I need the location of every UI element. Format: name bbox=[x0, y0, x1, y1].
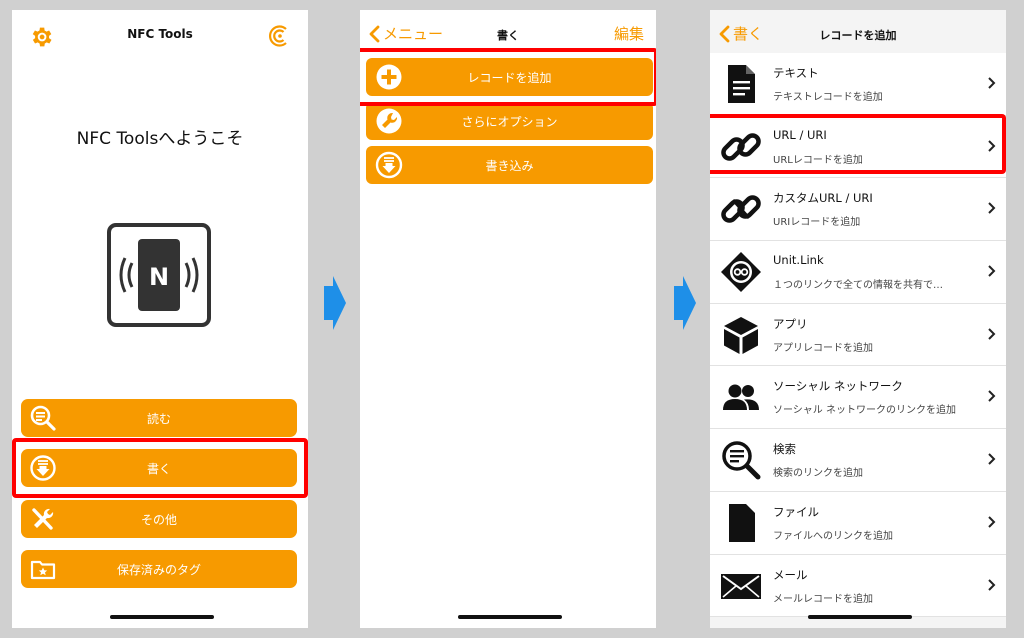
list-item-search[interactable]: 検索 検索のリンクを追加 bbox=[710, 429, 1006, 492]
plus-circle-icon bbox=[376, 64, 402, 90]
list-item-title: Unit.Link bbox=[773, 253, 824, 268]
add-record-screen: 書く レコードを追加 テキスト テキストレコードを追加 URL / URI UR… bbox=[710, 10, 1006, 628]
write-button[interactable]: 書く bbox=[21, 449, 297, 487]
list-item-subtitle: １つのリンクで全ての情報を共有で… bbox=[773, 280, 943, 292]
list-item-unit-link[interactable]: Unit.Link １つのリンクで全ての情報を共有で… bbox=[710, 241, 1006, 304]
list-item-title: ファイル bbox=[773, 504, 819, 519]
list-item-subtitle: 検索のリンクを追加 bbox=[773, 468, 863, 480]
list-item-subtitle: URIレコードを追加 bbox=[773, 217, 861, 229]
write-tag-button[interactable]: 書き込み bbox=[366, 146, 653, 184]
chevron-right-icon bbox=[988, 328, 996, 340]
list-item-subtitle: ファイルへのリンクを追加 bbox=[773, 530, 893, 542]
record-type-list: テキスト テキストレコードを追加 URL / URI URLレコードを追加 カス… bbox=[710, 53, 1006, 618]
home-indicator[interactable] bbox=[110, 615, 214, 619]
chevron-right-icon bbox=[988, 390, 996, 403]
list-item-title: カスタムURL / URI bbox=[773, 191, 873, 206]
list-item-file[interactable]: ファイル ファイルへのリンクを追加 bbox=[710, 492, 1006, 555]
list-item-subtitle: テキストレコードを追加 bbox=[773, 92, 883, 103]
step-arrow-icon bbox=[674, 276, 696, 330]
custom-link-icon bbox=[721, 195, 761, 224]
other-button-label: その他 bbox=[140, 512, 177, 527]
home-indicator[interactable] bbox=[458, 615, 562, 619]
search-icon bbox=[722, 441, 761, 480]
people-icon bbox=[723, 384, 759, 411]
app-title: NFC Tools bbox=[127, 27, 193, 41]
list-item-title: URL / URI bbox=[773, 127, 827, 142]
write-download-icon bbox=[30, 455, 56, 481]
welcome-heading: NFC Toolsへようこそ bbox=[76, 129, 244, 149]
add-record-button[interactable]: レコードを追加 bbox=[366, 58, 653, 96]
nfc-tools-home-screen: NFC Tools NFC Toolsへようこそ N 読む 書く その他 保存済… bbox=[12, 10, 308, 628]
list-item-subtitle: ソーシャル ネットワークのリンクを追加 bbox=[773, 405, 956, 417]
list-item-subtitle: メールレコードを追加 bbox=[773, 593, 873, 605]
list-item-custom-url[interactable]: カスタムURL / URI URIレコードを追加 bbox=[710, 178, 1006, 242]
home-indicator[interactable] bbox=[808, 615, 912, 619]
file-icon bbox=[729, 503, 755, 542]
write-tag-label: 書き込み bbox=[485, 158, 534, 173]
more-options-button[interactable]: さらにオプション bbox=[366, 102, 653, 140]
list-item-text[interactable]: テキスト テキストレコードを追加 bbox=[710, 53, 1006, 116]
list-item-social-network[interactable]: ソーシャル ネットワーク ソーシャル ネットワークのリンクを追加 bbox=[710, 366, 1006, 430]
read-button[interactable]: 読む bbox=[21, 399, 297, 437]
list-item-app[interactable]: アプリ アプリレコードを追加 bbox=[710, 304, 1006, 367]
chevron-right-icon bbox=[988, 202, 996, 215]
list-item-title: 検索 bbox=[773, 442, 796, 457]
page-title: レコードを追加 bbox=[819, 29, 897, 42]
step-arrow-icon bbox=[324, 276, 346, 330]
page-title: 書く bbox=[497, 29, 519, 42]
chevron-right-icon bbox=[988, 516, 996, 528]
list-item-mail[interactable]: メール メールレコードを追加 bbox=[710, 555, 1006, 618]
chevron-right-icon bbox=[988, 77, 996, 89]
document-icon bbox=[728, 65, 755, 103]
chevron-right-icon bbox=[988, 453, 996, 465]
list-item-title: メール bbox=[773, 567, 808, 582]
tools-icon bbox=[32, 508, 54, 530]
more-options-label: さらにオプション bbox=[461, 114, 558, 129]
chevron-right-icon bbox=[988, 139, 996, 152]
list-item-title: テキスト bbox=[773, 66, 819, 80]
saved-folder-icon bbox=[30, 560, 56, 580]
link-icon bbox=[721, 132, 761, 161]
chevron-right-icon bbox=[988, 578, 996, 591]
saved-tags-button[interactable]: 保存済みのタグ bbox=[21, 550, 297, 588]
write-screen: メニュー 書く 編集 レコードを追加 さらにオプション 書き込み bbox=[360, 10, 656, 628]
add-record-label: レコードを追加 bbox=[467, 70, 552, 85]
list-item-subtitle: アプリレコードを追加 bbox=[773, 342, 873, 354]
write-button-label: 書く bbox=[146, 461, 171, 476]
list-item-title: ソーシャル ネットワーク bbox=[773, 379, 903, 394]
wrench-icon bbox=[376, 108, 402, 134]
list-item-url-uri[interactable]: URL / URI URLレコードを追加 bbox=[710, 116, 1006, 179]
saved-tags-button-label: 保存済みのタグ bbox=[116, 562, 201, 577]
chevron-right-icon bbox=[988, 265, 996, 277]
other-button[interactable]: その他 bbox=[21, 500, 297, 538]
list-item-subtitle: URLレコードを追加 bbox=[773, 154, 863, 166]
app-box-icon bbox=[724, 316, 758, 354]
nfc-phone-icon: N bbox=[107, 223, 211, 327]
read-magnifier-icon bbox=[30, 405, 56, 431]
unit-link-icon bbox=[721, 252, 761, 293]
list-item-title: アプリ bbox=[773, 316, 808, 331]
app-logo-icon[interactable] bbox=[266, 23, 292, 49]
write-download-icon bbox=[375, 151, 403, 179]
mail-icon bbox=[721, 573, 761, 599]
edit-button[interactable]: 編集 bbox=[614, 23, 644, 44]
read-button-label: 読む bbox=[146, 411, 171, 426]
svg-text:N: N bbox=[149, 263, 169, 291]
